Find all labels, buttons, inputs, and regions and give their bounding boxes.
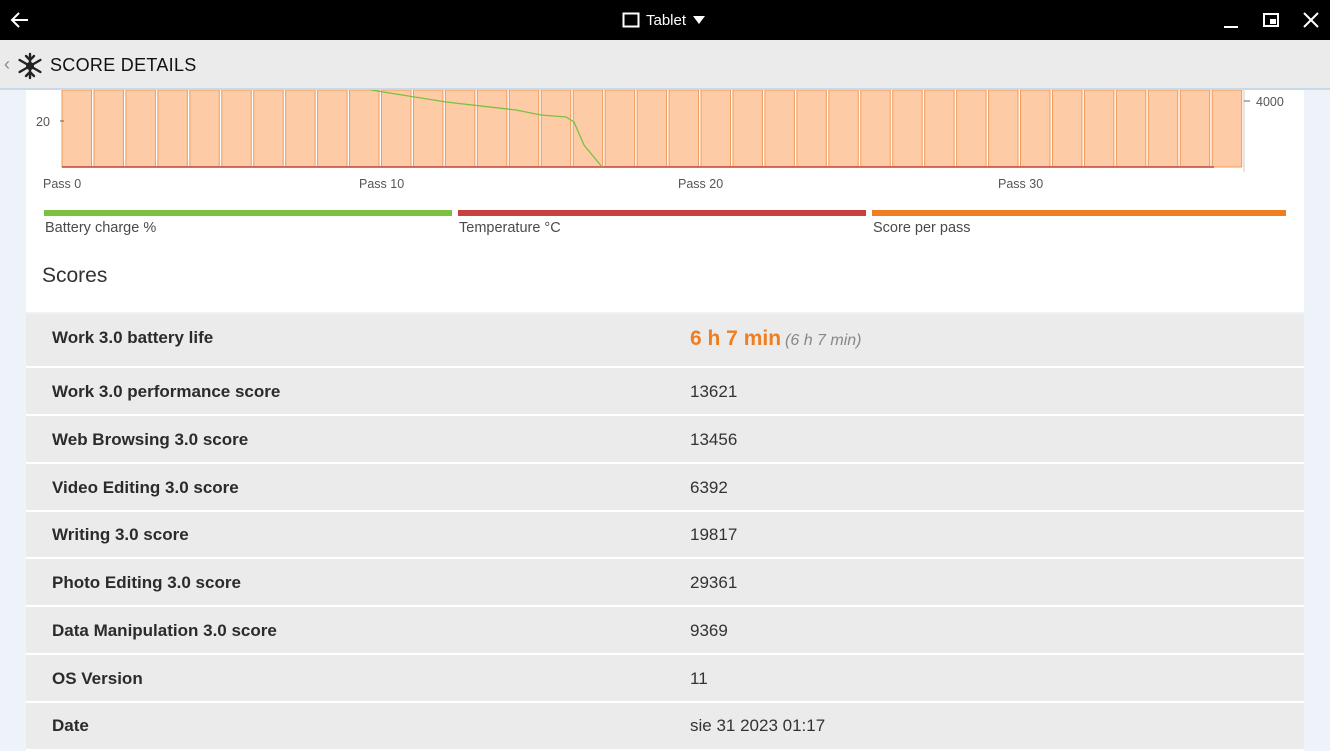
table-row: Data Manipulation 3.0 score 9369 [26,607,1304,655]
row-value: 19817 [690,525,738,544]
row-value: 13621 [690,382,738,401]
x-tick-label: Pass 20 [678,177,723,191]
legend-swatch [44,210,452,216]
tablet-mode-label: Tablet [646,11,687,29]
score-bar [860,90,891,168]
battery-life-value: 6 h 7 min [690,327,782,350]
score-bar [1179,90,1211,168]
score-bar [1147,90,1179,168]
table-row: Photo Editing 3.0 score 29361 [26,559,1304,607]
score-bar [93,90,124,168]
chevron-down-icon [693,16,706,24]
score-bar [572,90,604,168]
score-bar [157,90,188,168]
table-row: Writing 3.0 score 19817 [26,512,1304,559]
page-title: SCORE DETAILS [50,55,197,75]
score-bar [349,90,380,168]
score-bar [253,90,284,168]
score-bar [892,90,923,168]
score-bar [61,90,92,168]
battery-life-secondary: (6 h 7 min) [785,332,862,349]
tablet-mode-dropdown[interactable]: Tablet [622,10,706,30]
score-bar [956,90,987,168]
score-bar [508,90,540,168]
score-bar [1211,90,1243,168]
row-label: Web Browsing 3.0 score [52,430,249,449]
row-value: 11 [690,669,708,688]
score-bar [732,90,763,168]
score-bar [221,90,252,168]
legend-label: Temperature °C [459,220,561,236]
score-bar [317,90,348,168]
row-label: Work 3.0 performance score [52,382,281,401]
score-bar [988,90,1019,168]
back-chevron-icon[interactable]: ‹ [4,54,10,75]
row-label: Video Editing 3.0 score [52,478,239,497]
row-value: sie 31 2023 01:17 [690,716,826,735]
back-arrow-icon[interactable] [8,8,32,32]
score-bar [764,90,795,168]
x-tick-label: Pass 0 [43,177,81,191]
row-label: OS Version [52,669,143,688]
close-icon[interactable] [1299,8,1323,32]
row-value: 6392 [690,478,728,497]
row-value: 9369 [690,621,728,640]
chart-card: 20 4000 Pass 0 Pass 10 Pass 20 Pass 30 B… [26,90,1304,312]
restore-icon[interactable] [1259,8,1283,32]
score-bar [189,90,220,168]
score-bar [1083,90,1115,168]
battery-chart: 20 4000 Pass 0 Pass 10 Pass 20 Pass 30 [36,90,1284,191]
score-bar [285,90,316,168]
snowflake-logo-icon[interactable] [16,52,44,80]
legend-score: Score per pass [872,210,1286,240]
row-label: Date [52,716,89,735]
score-bar [444,90,476,168]
table-row: Work 3.0 performance score 13621 [26,368,1304,416]
legend-battery: Battery charge % [44,210,452,240]
score-bar [700,90,731,168]
row-label: Photo Editing 3.0 score [52,573,241,592]
score-bar [636,90,668,168]
score-bar [412,90,444,168]
score-bar [1020,90,1051,168]
row-value: 6 h 7 min (6 h 7 min) [690,327,862,351]
scores-heading: Scores [42,264,108,287]
legend-temperature: Temperature °C [458,210,866,240]
tablet-icon [622,12,640,28]
score-bar [476,90,508,168]
app-header: ‹ SCORE DETAILS [0,40,1330,90]
window-titlebar: Tablet [0,0,1330,40]
minimize-icon[interactable] [1219,8,1243,32]
row-label: Writing 3.0 score [52,525,189,544]
score-bar [540,90,572,168]
y-tick-label: 20 [36,115,50,129]
row-label: Data Manipulation 3.0 score [52,621,277,640]
legend-swatch [872,210,1286,216]
table-row: OS Version 11 [26,655,1304,703]
score-bar [796,90,827,168]
score-bar [381,90,412,168]
x-tick-label: Pass 30 [998,177,1043,191]
x-tick-label: Pass 10 [359,177,404,191]
score-bar [668,90,700,168]
row-label: Work 3.0 battery life [52,328,214,347]
score-bar [828,90,859,168]
score-bar [604,90,636,168]
legend-swatch [458,210,866,216]
legend-label: Score per pass [873,220,971,236]
right-axis-tick-label: 4000 [1256,95,1284,109]
score-bar [125,90,156,168]
scores-table: Work 3.0 battery life 6 h 7 min (6 h 7 mi… [26,314,1304,751]
score-bar [1051,90,1083,168]
legend-label: Battery charge % [45,220,157,236]
score-bar [924,90,955,168]
row-value: 13456 [690,430,738,449]
table-row: Web Browsing 3.0 score 13456 [26,416,1304,464]
table-row: Work 3.0 battery life 6 h 7 min (6 h 7 mi… [26,314,1304,368]
row-value: 29361 [690,573,738,592]
table-row: Video Editing 3.0 score 6392 [26,464,1304,512]
table-row: Date sie 31 2023 01:17 [26,703,1304,751]
score-bar [1115,90,1147,168]
